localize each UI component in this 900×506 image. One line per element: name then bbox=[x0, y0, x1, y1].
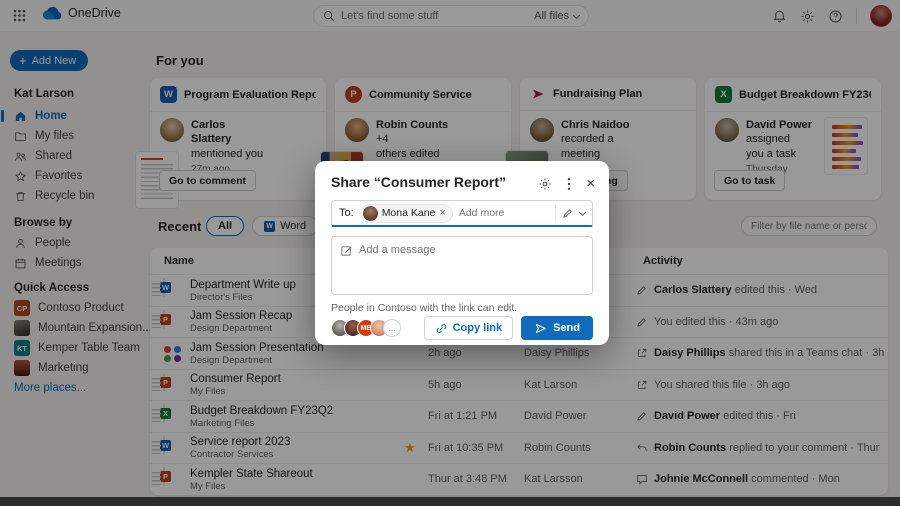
dialog-title: Share “Consumer Report” bbox=[331, 174, 506, 190]
send-label: Send bbox=[553, 322, 580, 334]
shared-with-avatars[interactable]: MB ... bbox=[331, 319, 401, 337]
permission-pencil-icon[interactable] bbox=[562, 207, 574, 219]
add-more-input[interactable] bbox=[459, 207, 549, 219]
permission-note: People in Contoso with the link can edit… bbox=[331, 302, 517, 314]
send-icon bbox=[534, 322, 547, 335]
copy-link-button[interactable]: Copy link bbox=[424, 316, 514, 340]
share-settings-gear-icon[interactable] bbox=[538, 177, 552, 191]
copy-link-label: Copy link bbox=[453, 322, 503, 334]
to-label: To: bbox=[339, 207, 354, 219]
share-dialog: Share “Consumer Report” × To: Mona Kane … bbox=[315, 161, 609, 345]
remove-recipient-icon[interactable]: × bbox=[439, 207, 445, 219]
compose-icon bbox=[340, 244, 353, 257]
recipient-name: Mona Kane bbox=[382, 207, 436, 219]
close-icon[interactable]: × bbox=[586, 176, 595, 191]
recipient-chip[interactable]: Mona Kane × bbox=[360, 204, 453, 223]
link-icon bbox=[435, 322, 448, 335]
more-options-icon[interactable] bbox=[567, 177, 571, 191]
field-divider bbox=[555, 205, 556, 221]
recipient-field[interactable]: To: Mona Kane × bbox=[331, 200, 593, 227]
message-placeholder: Add a message bbox=[359, 244, 435, 256]
send-button[interactable]: Send bbox=[521, 316, 593, 340]
more-avatars-button[interactable]: ... bbox=[383, 319, 401, 337]
message-input[interactable]: Add a message bbox=[331, 236, 593, 295]
chevron-down-icon[interactable] bbox=[579, 208, 586, 215]
avatar bbox=[363, 206, 378, 221]
